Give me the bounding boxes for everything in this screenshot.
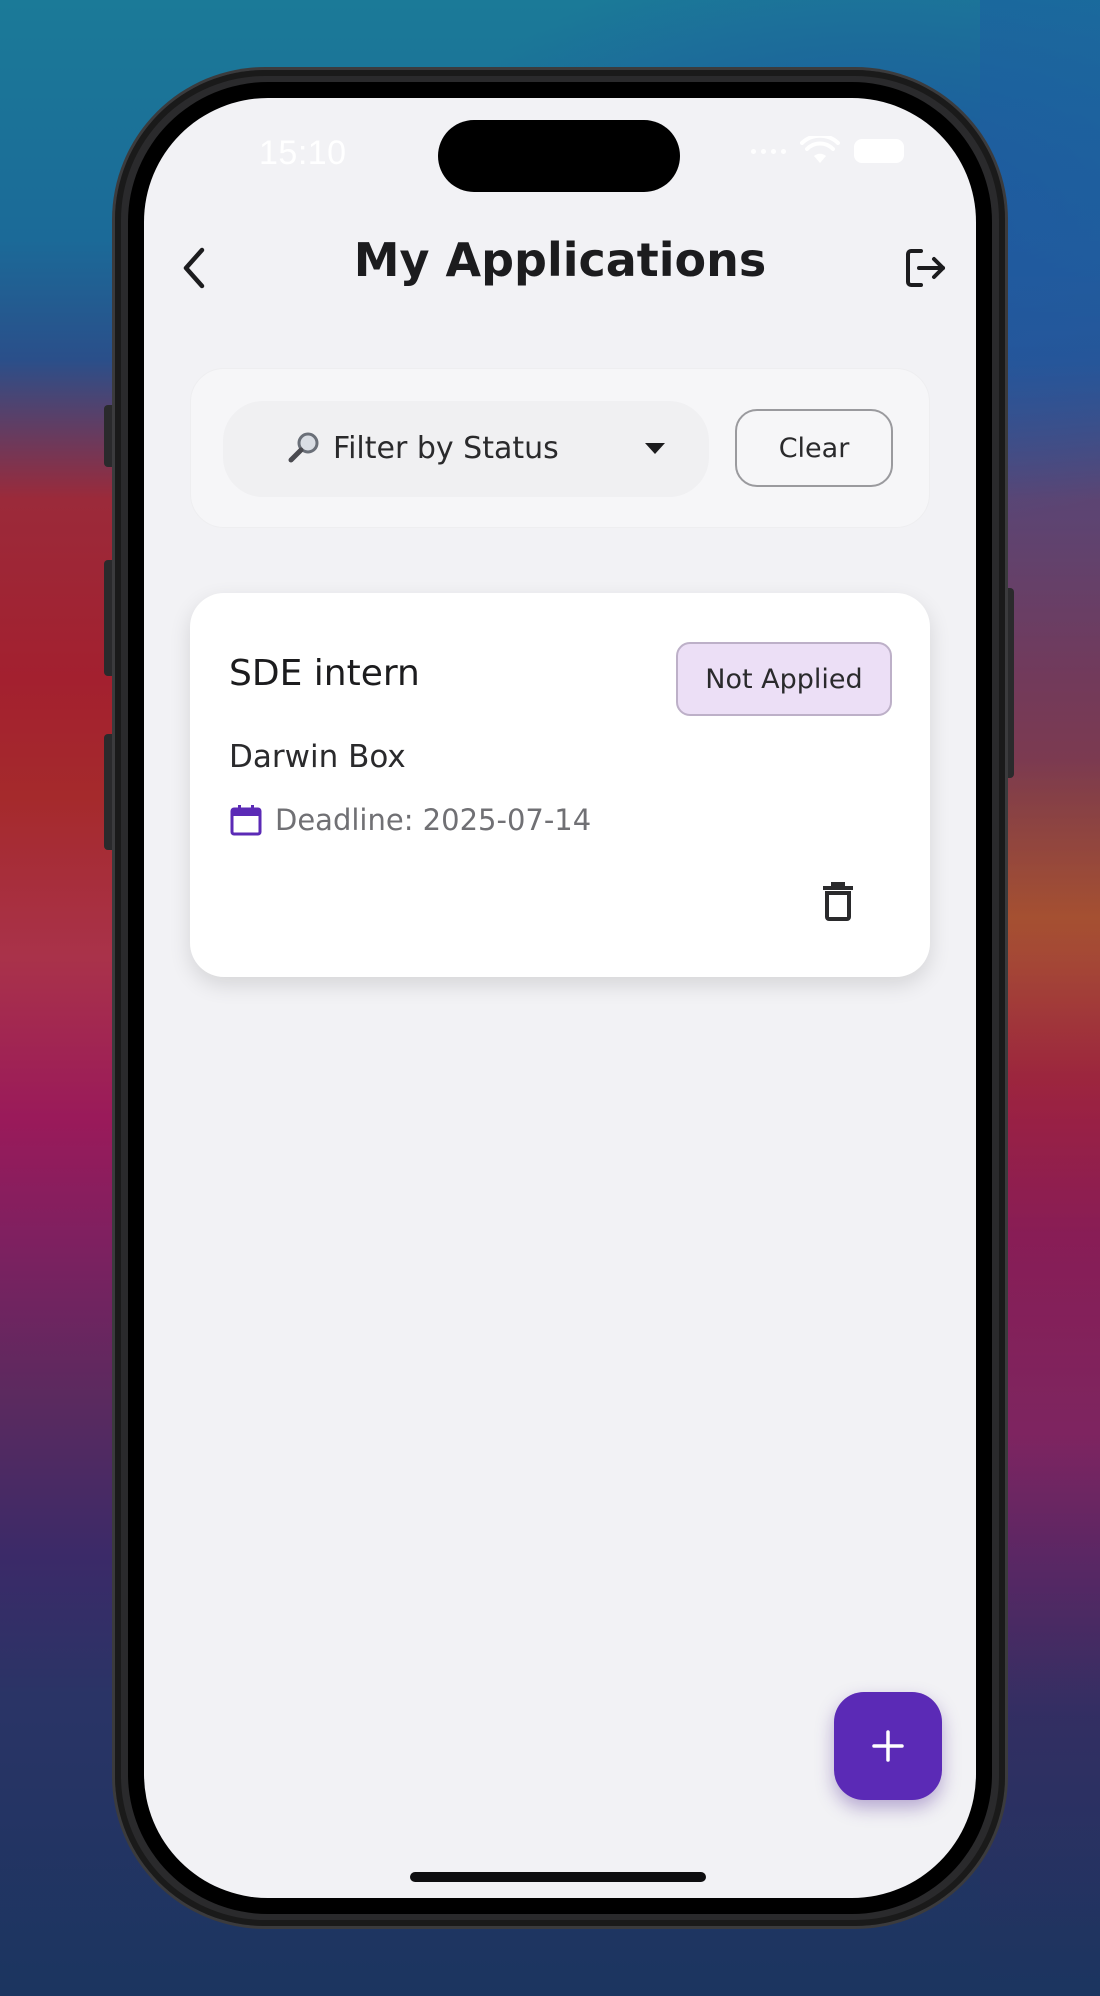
- dropdown-caret-icon: [645, 443, 665, 454]
- status-time: 15:10: [259, 134, 347, 172]
- logout-button[interactable]: [896, 238, 956, 298]
- app-screen: 15:10 My Applications Filter by Status C…: [144, 98, 976, 1898]
- filter-panel: Filter by Status Clear: [190, 368, 930, 528]
- application-card[interactable]: SDE intern Not Applied Darwin Box Deadli…: [190, 593, 930, 977]
- clear-filter-button[interactable]: Clear: [735, 409, 893, 487]
- deadline-row: Deadline: 2025-07-14: [229, 803, 591, 837]
- delete-button[interactable]: [808, 871, 868, 931]
- application-title: SDE intern: [229, 653, 420, 694]
- company-name: Darwin Box: [229, 739, 406, 775]
- status-badge[interactable]: Not Applied: [676, 642, 892, 716]
- battery-icon: [854, 139, 904, 163]
- page-title: My Applications: [353, 233, 767, 287]
- cellular-signal-icon: [751, 148, 786, 154]
- dynamic-island: [438, 120, 680, 192]
- filter-select-label: Filter by Status: [333, 431, 559, 466]
- logout-icon: [906, 249, 945, 287]
- add-application-button[interactable]: [834, 1692, 942, 1800]
- status-filter-select[interactable]: Filter by Status: [223, 401, 709, 497]
- deadline-text: Deadline: 2025-07-14: [275, 803, 592, 837]
- home-indicator[interactable]: [410, 1872, 706, 1882]
- trash-icon: [823, 882, 853, 921]
- wifi-icon: [800, 136, 840, 163]
- status-indicators: [751, 136, 904, 166]
- calendar-icon: [230, 805, 262, 836]
- magnifier-icon: [288, 432, 319, 463]
- plus-icon: [872, 1730, 904, 1762]
